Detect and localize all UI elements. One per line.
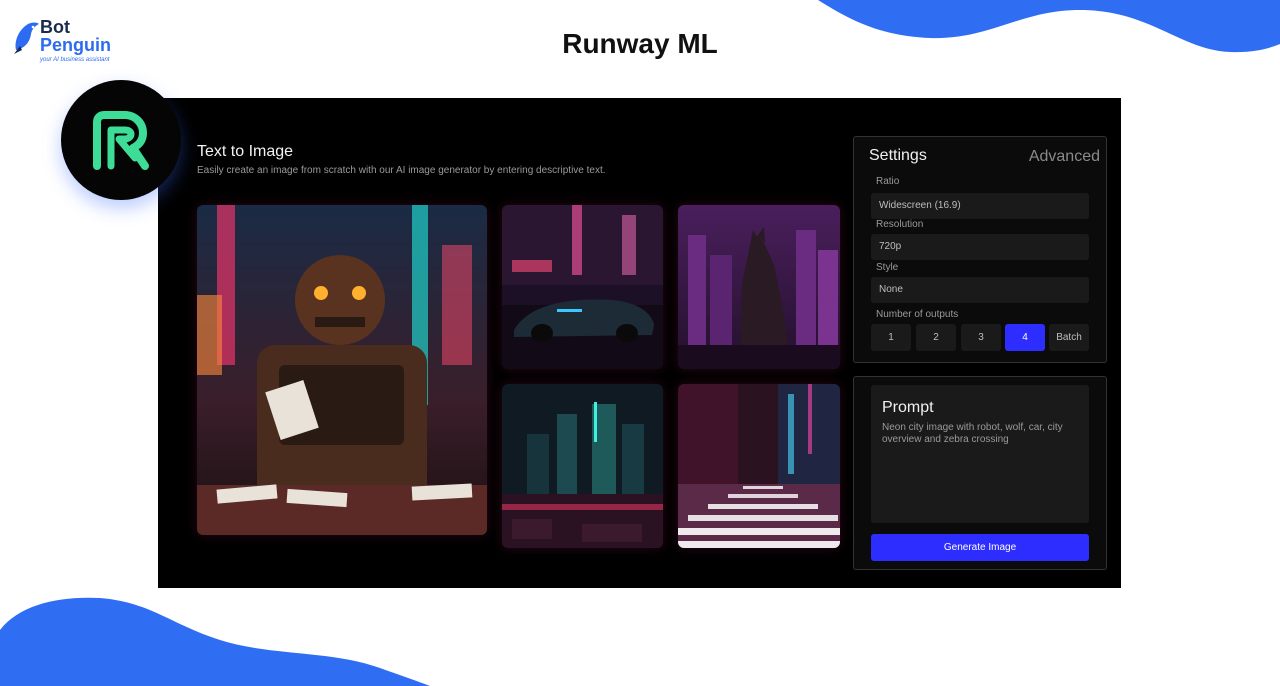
page-title: Runway ML: [562, 28, 718, 59]
style-select[interactable]: None: [871, 277, 1089, 303]
settings-panel: Settings Advanced Ratio Widescreen (16.9…: [853, 136, 1107, 363]
outputs-selector: 1 2 3 4 Batch: [871, 324, 1089, 351]
resolution-select[interactable]: 720p: [871, 234, 1089, 260]
generator-subtitle: Easily create an image from scratch with…: [197, 165, 606, 176]
outputs-label: Number of outputs: [876, 309, 959, 320]
prompt-title: Prompt: [882, 399, 934, 416]
robot-card-player-image[interactable]: [197, 205, 487, 535]
prompt-input[interactable]: Prompt Neon city image with robot, wolf,…: [871, 385, 1089, 523]
outputs-option-2[interactable]: 2: [916, 324, 956, 351]
neon-wolf-image[interactable]: [678, 205, 840, 369]
neon-car-image[interactable]: [502, 205, 663, 369]
prompt-text[interactable]: Neon city image with robot, wolf, car, c…: [882, 422, 1082, 446]
runway-logo-badge: [61, 80, 181, 200]
ratio-select[interactable]: Widescreen (16.9): [871, 193, 1089, 219]
zebra-crossing-street-image[interactable]: [678, 384, 840, 548]
ratio-label: Ratio: [876, 176, 900, 187]
style-label: Style: [876, 262, 899, 273]
outputs-option-batch[interactable]: Batch: [1049, 324, 1089, 351]
runway-logo-icon: [93, 111, 149, 170]
outputs-option-1[interactable]: 1: [871, 324, 911, 351]
neon-city-overview-image[interactable]: [502, 384, 663, 548]
outputs-option-4[interactable]: 4: [1005, 324, 1045, 351]
resolution-label: Resolution: [876, 219, 924, 230]
runway-app-window: Text to Image Easily create an image fro…: [158, 98, 1121, 588]
settings-tab[interactable]: Settings: [869, 147, 927, 165]
prompt-panel: Prompt Neon city image with robot, wolf,…: [853, 376, 1107, 570]
generate-image-button[interactable]: Generate Image: [871, 534, 1089, 561]
outputs-option-3[interactable]: 3: [961, 324, 1001, 351]
generator-title: Text to Image: [197, 143, 294, 160]
decorative-wave-bottom: [0, 597, 430, 686]
advanced-tab[interactable]: Advanced: [1029, 148, 1100, 166]
